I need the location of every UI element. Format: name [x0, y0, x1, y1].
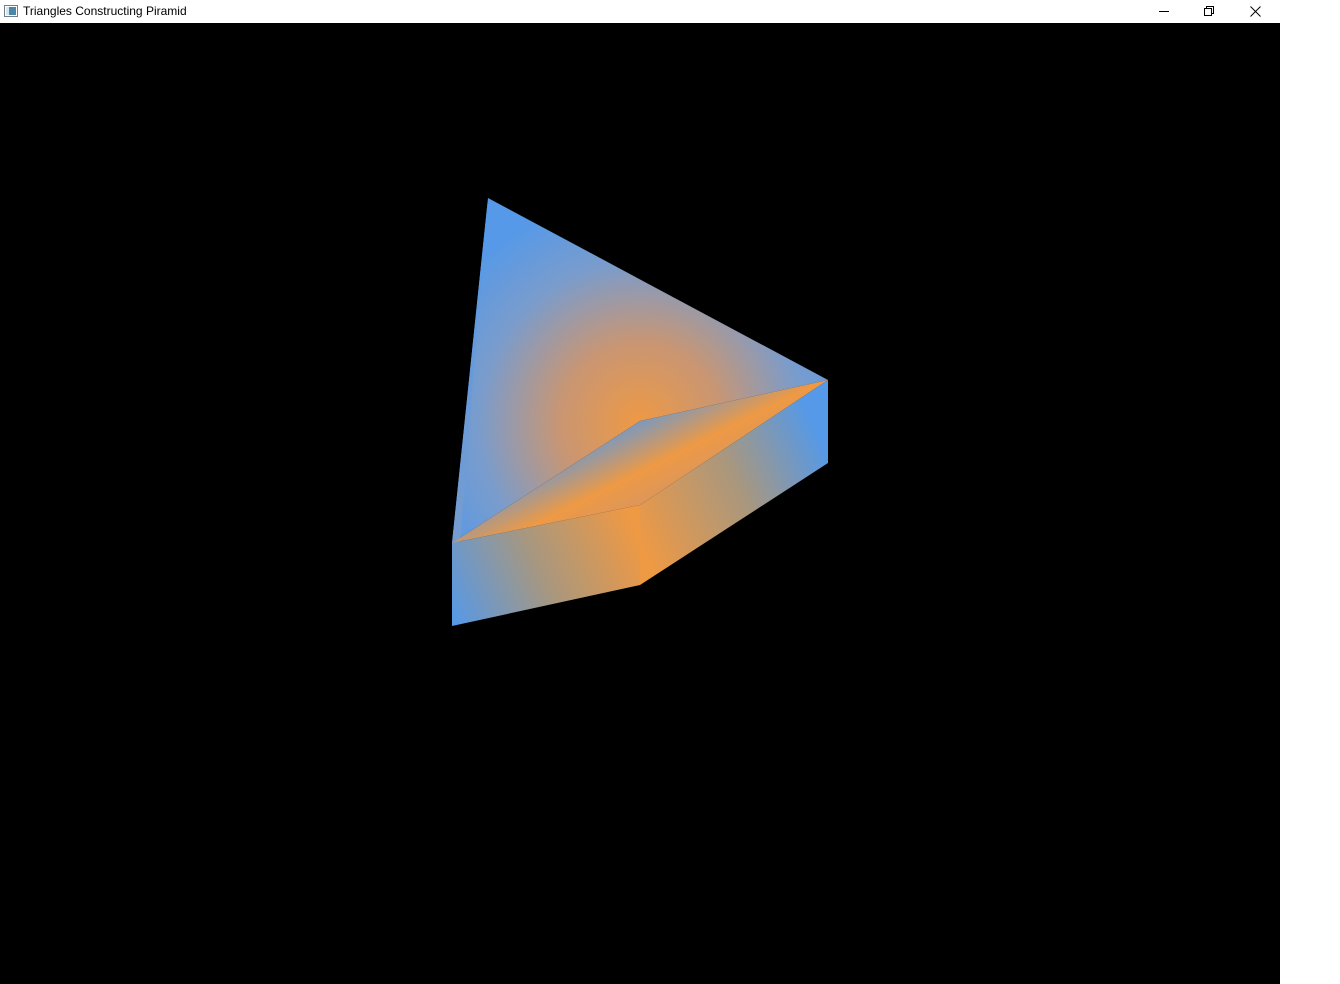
title-bar[interactable]: Triangles Constructing Piramid [0, 0, 1280, 23]
minimize-icon [1159, 11, 1169, 12]
app-icon[interactable] [4, 4, 18, 17]
desktop-background [1280, 0, 1340, 984]
pyramid-scene [452, 198, 828, 626]
render-viewport[interactable] [0, 23, 1280, 984]
restore-button[interactable] [1186, 0, 1232, 22]
window-title: Triangles Constructing Piramid [23, 4, 187, 18]
minimize-button[interactable] [1141, 0, 1187, 22]
restore-icon [1204, 6, 1214, 16]
close-icon [1249, 5, 1261, 17]
close-button[interactable] [1232, 0, 1278, 22]
app-window: Triangles Constructing Piramid [0, 0, 1280, 984]
